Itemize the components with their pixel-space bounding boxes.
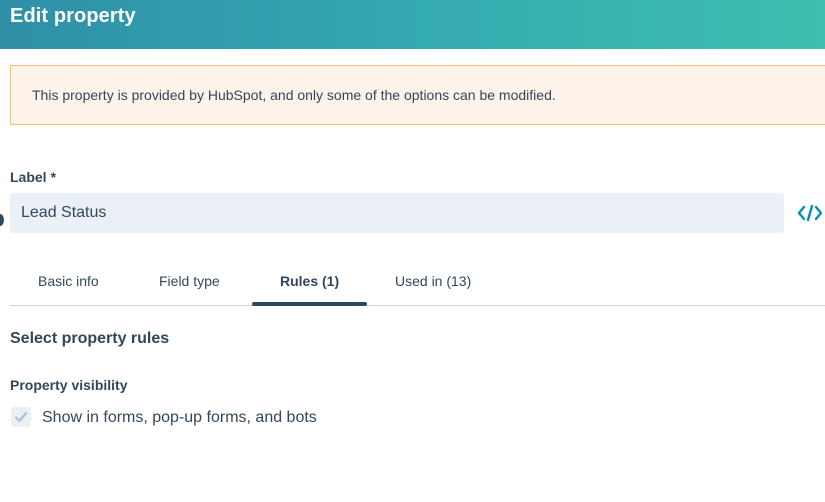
rules-section-title: Select property rules [10, 330, 170, 347]
tab-field-type[interactable]: Field type [159, 273, 220, 289]
active-tab-indicator [252, 302, 367, 306]
required-mark: * [50, 169, 57, 185]
edge-handle [0, 214, 4, 226]
info-notice: This property is provided by HubSpot, an… [10, 65, 825, 125]
tab-rules[interactable]: Rules (1) [280, 273, 339, 289]
code-icon [797, 204, 823, 222]
show-in-forms-checkbox[interactable] [11, 407, 31, 427]
tab-used-in[interactable]: Used in (13) [395, 273, 471, 289]
property-tabs: Basic info Field type Rules (1) Used in … [10, 260, 825, 306]
property-visibility-label: Property visibility [10, 377, 128, 393]
label-field-label: Label * [10, 169, 56, 185]
check-icon [14, 411, 28, 423]
code-button[interactable] [796, 202, 824, 224]
label-text: Label [10, 169, 47, 185]
notice-text: This property is provided by HubSpot, an… [32, 87, 556, 103]
modal-header: Edit property [0, 0, 825, 49]
tab-basic-info[interactable]: Basic info [38, 273, 99, 289]
show-in-forms-label: Show in forms, pop-up forms, and bots [42, 409, 317, 426]
label-input[interactable] [10, 193, 784, 233]
modal-title: Edit property [10, 5, 136, 27]
